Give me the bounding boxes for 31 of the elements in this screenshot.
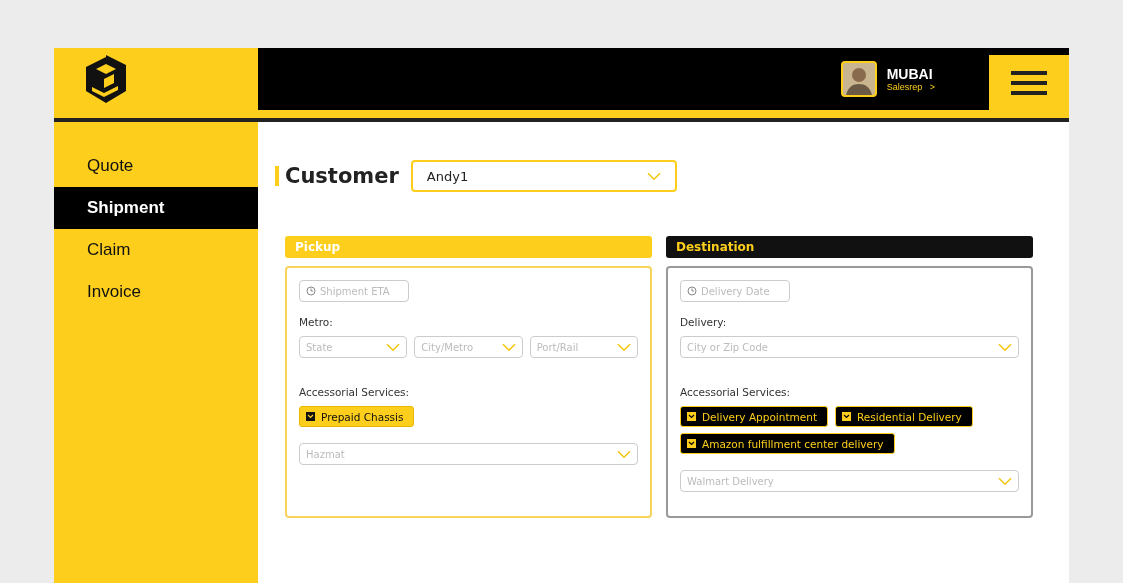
chevron-down-icon xyxy=(998,342,1012,352)
chevron-down-icon xyxy=(501,342,516,352)
nav-item[interactable]: Invoice xyxy=(54,271,258,313)
service-checkbox[interactable]: Delivery Appointment xyxy=(680,406,828,427)
customer-heading: Customer xyxy=(275,166,399,186)
chevron-down-icon xyxy=(386,342,401,352)
service-checkbox[interactable]: Prepaid Chassis xyxy=(299,406,415,427)
clock-icon xyxy=(687,286,697,296)
nav-item[interactable]: Claim xyxy=(54,229,258,271)
user-name: MUBAI xyxy=(886,66,934,82)
avatar xyxy=(840,61,877,97)
chevron-down-icon xyxy=(617,449,631,459)
field-label: Metro: xyxy=(299,316,334,328)
clock-icon xyxy=(306,286,316,296)
menu-icon xyxy=(1011,70,1047,95)
field-label: Accessorial Services: xyxy=(680,386,792,398)
chevron-down-icon xyxy=(646,171,661,181)
field-label: Delivery: xyxy=(680,316,728,328)
user-role-link[interactable]: Salesrep > xyxy=(886,82,935,92)
panel-header: Pickup xyxy=(285,236,652,258)
menu-button[interactable] xyxy=(989,55,1069,110)
service-checkbox[interactable]: Residential Delivery xyxy=(835,406,973,427)
logo-icon xyxy=(84,53,128,105)
chevron-down-icon xyxy=(617,342,631,352)
panel-header: Destination xyxy=(666,236,1033,258)
nav-item[interactable]: Shipment xyxy=(54,187,258,229)
customer-select[interactable]: Andy1 xyxy=(410,160,677,192)
field-label: Accessorial Services: xyxy=(299,386,411,398)
nav-item[interactable]: Quote xyxy=(54,145,258,187)
chevron-down-icon xyxy=(998,476,1012,486)
service-checkbox[interactable]: Amazon fulfillment center delivery xyxy=(680,433,895,454)
